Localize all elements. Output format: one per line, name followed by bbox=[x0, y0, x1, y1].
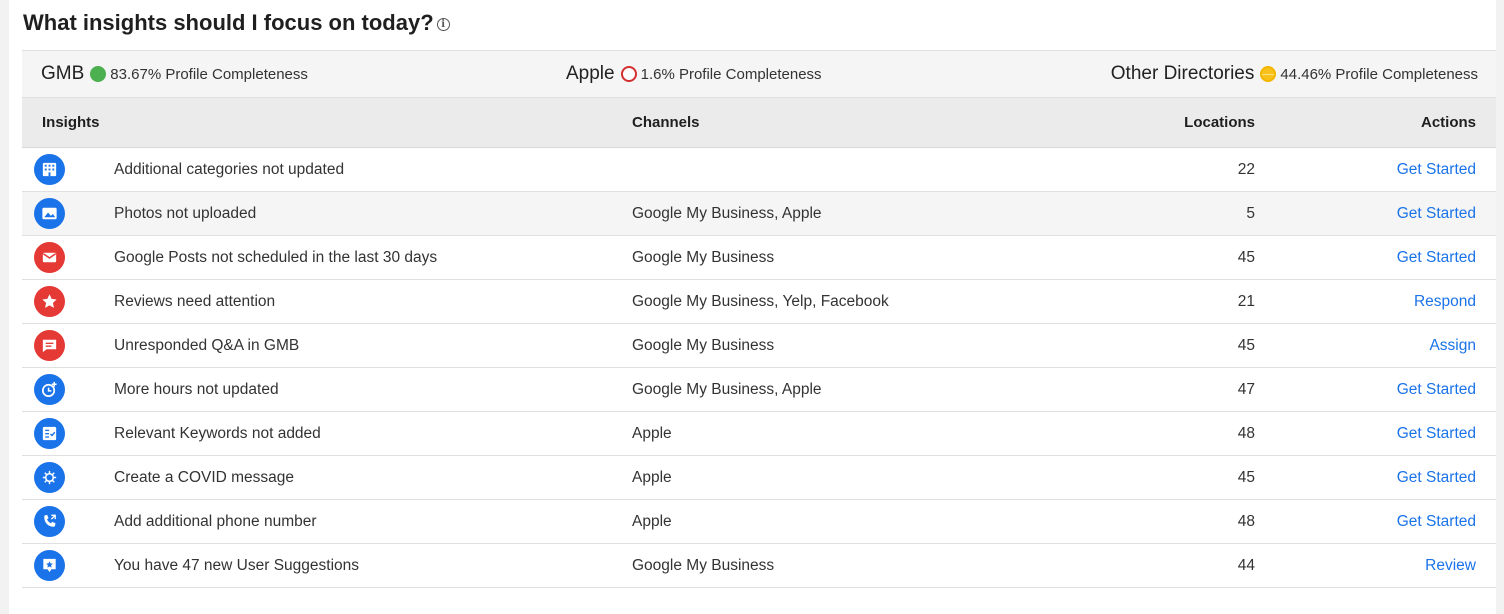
row-action-link[interactable]: Get Started bbox=[1397, 368, 1476, 411]
chat-icon bbox=[34, 330, 65, 361]
row-action-link[interactable]: Review bbox=[1425, 544, 1476, 587]
insight-text: You have 47 new User Suggestions bbox=[114, 557, 360, 574]
locations-count: 5 bbox=[1246, 205, 1255, 222]
table-row: Reviews need attention Google My Business… bbox=[22, 280, 1496, 324]
insight-text: Additional categories not updated bbox=[114, 161, 345, 178]
row-icon-cell bbox=[34, 330, 65, 361]
insight-text: Reviews need attention bbox=[114, 293, 276, 310]
table-row: Create a COVID message Apple 45 Get Started bbox=[22, 456, 1496, 500]
column-header-locations[interactable]: Locations bbox=[1184, 98, 1255, 147]
mail-icon bbox=[34, 242, 65, 273]
row-action-link[interactable]: Assign bbox=[1429, 324, 1476, 367]
insights-panel: GMB 83.67% Profile Completeness Apple 1.… bbox=[22, 50, 1496, 588]
locations-count: 21 bbox=[1237, 293, 1255, 310]
channels-text: Google My Business bbox=[632, 249, 775, 266]
summary-other-completeness: 44.46% Profile Completeness bbox=[1280, 65, 1478, 83]
summary-apple: Apple 1.6% Profile Completeness bbox=[566, 51, 822, 97]
insights-table-body: Additional categories not updated 22 Get S… bbox=[22, 148, 1496, 588]
star-icon bbox=[34, 286, 65, 317]
summary-gmb-completeness: 83.67% Profile Completeness bbox=[110, 65, 308, 83]
row-icon-cell bbox=[34, 286, 65, 317]
row-icon-cell bbox=[34, 198, 65, 229]
table-row: You have 47 new User Suggestions Google M… bbox=[22, 544, 1496, 588]
row-action-link[interactable]: Get Started bbox=[1397, 148, 1476, 191]
summary-other-directories: Other Directories 44.46% Profile Complet… bbox=[1111, 51, 1478, 97]
row-icon-cell bbox=[34, 242, 65, 273]
table-row: Add additional phone number Apple 48 Get St… bbox=[22, 500, 1496, 544]
locations-count: 44 bbox=[1237, 557, 1255, 574]
complete-status-icon bbox=[90, 66, 107, 82]
insight-text: Create a COVID message bbox=[114, 469, 295, 486]
channels-text: Apple bbox=[632, 513, 672, 530]
locations-count: 45 bbox=[1237, 249, 1255, 266]
table-row: Unresponded Q&A in GMB Google My Business… bbox=[22, 324, 1496, 368]
building-icon bbox=[34, 154, 65, 185]
row-icon-cell bbox=[34, 550, 65, 581]
left-gutter bbox=[0, 0, 9, 614]
half-status-icon bbox=[1260, 66, 1277, 82]
locations-count: 45 bbox=[1237, 337, 1255, 354]
insight-text: Unresponded Q&A in GMB bbox=[114, 337, 300, 354]
row-icon-cell bbox=[34, 154, 65, 185]
page-title-text: What insights should I focus on today? bbox=[23, 10, 434, 35]
channels-text: Google My Business bbox=[632, 337, 775, 354]
table-row: More hours not updated Google My Business… bbox=[22, 368, 1496, 412]
empty-status-icon bbox=[620, 66, 637, 82]
checklist-icon bbox=[34, 418, 65, 449]
clock-plus-icon bbox=[34, 374, 65, 405]
channels-text: Google My Business, Apple bbox=[632, 381, 822, 398]
insight-text: Google Posts not scheduled in the last 3… bbox=[114, 249, 438, 266]
table-row: Additional categories not updated 22 Get S… bbox=[22, 148, 1496, 192]
insight-text: More hours not updated bbox=[114, 381, 279, 398]
row-action-link[interactable]: Get Started bbox=[1397, 500, 1476, 543]
row-action-link[interactable]: Get Started bbox=[1397, 192, 1476, 235]
locations-count: 47 bbox=[1237, 381, 1255, 398]
channels-text: Google My Business, Apple bbox=[632, 205, 822, 222]
row-icon-cell bbox=[34, 374, 65, 405]
row-action-link[interactable]: Respond bbox=[1414, 280, 1476, 323]
row-action-link[interactable]: Get Started bbox=[1397, 236, 1476, 279]
summary-gmb: GMB 83.67% Profile Completeness bbox=[41, 51, 308, 97]
right-gutter bbox=[1496, 0, 1504, 614]
suggestion-icon bbox=[34, 550, 65, 581]
row-icon-cell bbox=[34, 418, 65, 449]
row-icon-cell bbox=[34, 506, 65, 537]
summary-gmb-name: GMB bbox=[41, 63, 85, 84]
table-header: Insights Channels Locations Actions bbox=[22, 98, 1496, 148]
channels-text: Apple bbox=[632, 425, 672, 442]
profile-summary-bar: GMB 83.67% Profile Completeness Apple 1.… bbox=[22, 50, 1496, 98]
channels-text: Google My Business, Yelp, Facebook bbox=[632, 293, 889, 310]
row-action-link[interactable]: Get Started bbox=[1397, 456, 1476, 499]
column-header-insights[interactable]: Insights bbox=[42, 98, 100, 147]
phone-icon bbox=[34, 506, 65, 537]
virus-icon bbox=[34, 462, 65, 493]
insight-text: Photos not uploaded bbox=[114, 205, 257, 222]
channels-text: Google My Business bbox=[632, 557, 775, 574]
summary-apple-name: Apple bbox=[566, 63, 615, 84]
row-icon-cell bbox=[34, 462, 65, 493]
column-header-actions: Actions bbox=[1420, 114, 1476, 131]
channels-text: Apple bbox=[632, 469, 672, 486]
locations-count: 22 bbox=[1237, 161, 1255, 178]
column-header-channels[interactable]: Channels bbox=[632, 98, 700, 147]
locations-count: 48 bbox=[1237, 513, 1255, 530]
info-icon[interactable]: i bbox=[436, 18, 450, 31]
locations-count: 48 bbox=[1237, 425, 1255, 442]
page-title: What insights should I focus on today? i bbox=[23, 10, 450, 36]
row-action-link[interactable]: Get Started bbox=[1397, 412, 1476, 455]
summary-apple-completeness: 1.6% Profile Completeness bbox=[640, 65, 822, 83]
insight-text: Add additional phone number bbox=[114, 513, 317, 530]
table-row: Relevant Keywords not added Apple 48 Get St… bbox=[22, 412, 1496, 456]
table-row: Photos not uploaded Google My Business, A… bbox=[22, 192, 1496, 236]
summary-other-name: Other Directories bbox=[1110, 63, 1255, 84]
insight-text: Relevant Keywords not added bbox=[114, 425, 321, 442]
table-row: Google Posts not scheduled in the last 3… bbox=[22, 236, 1496, 280]
locations-count: 45 bbox=[1237, 469, 1255, 486]
photo-icon bbox=[34, 198, 65, 229]
